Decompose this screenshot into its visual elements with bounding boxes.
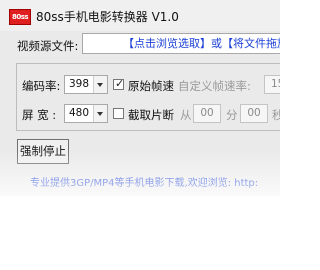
bitrate-select[interactable]: 398 bbox=[64, 75, 108, 94]
title-bar: 80ss 80ss手机电影转换器 V1.0 bbox=[0, 0, 280, 31]
app-logo-icon: 80ss bbox=[9, 9, 31, 25]
bitrate-label: 编码率: bbox=[22, 79, 61, 93]
custom-fps-input[interactable]: 15 bbox=[264, 75, 280, 94]
force-stop-button[interactable]: 强制停止 bbox=[17, 139, 69, 164]
clip-checkbox[interactable] bbox=[113, 108, 124, 119]
second-label: 秒 bbox=[272, 108, 280, 122]
hour-input[interactable]: 00 bbox=[193, 104, 221, 123]
screen-width-label: 屏 宽 : bbox=[22, 108, 57, 122]
checkmark-icon: ✓ bbox=[115, 77, 125, 90]
original-fps-checkbox[interactable]: ✓ bbox=[113, 77, 125, 90]
from-label: 从 bbox=[180, 108, 192, 122]
original-fps-label: 原始帧速 bbox=[128, 79, 174, 93]
converter-window: 80ss 80ss手机电影转换器 V1.0 视频源文件: 【点击浏览选取】或【将… bbox=[0, 0, 280, 196]
clip-label: 截取片断 bbox=[128, 108, 174, 122]
bitrate-value: 398 bbox=[69, 78, 90, 90]
custom-fps-label: 自定义帧速率: bbox=[178, 79, 251, 93]
minute-input[interactable]: 00 bbox=[240, 104, 268, 123]
chevron-down-icon[interactable] bbox=[93, 105, 107, 122]
promo-text: 专业提供3GP/MP4等手机电影下载,欢迎浏览: http: bbox=[30, 178, 259, 189]
screen-width-select[interactable]: 480 bbox=[64, 104, 108, 123]
minute-label: 分 bbox=[226, 108, 238, 122]
screen-width-value: 480 bbox=[69, 107, 90, 119]
source-file-label: 视频源文件: bbox=[17, 39, 79, 53]
settings-group: 编码率: 398 ✓ 原始帧速 自定义帧速率: 15 屏 宽 : 480 截取片… bbox=[16, 63, 280, 131]
window-title: 80ss手机电影转换器 V1.0 bbox=[36, 10, 179, 24]
source-file-field[interactable]: 【点击浏览选取】或【将文件拖放 bbox=[82, 33, 280, 54]
chevron-down-icon[interactable] bbox=[93, 76, 107, 93]
